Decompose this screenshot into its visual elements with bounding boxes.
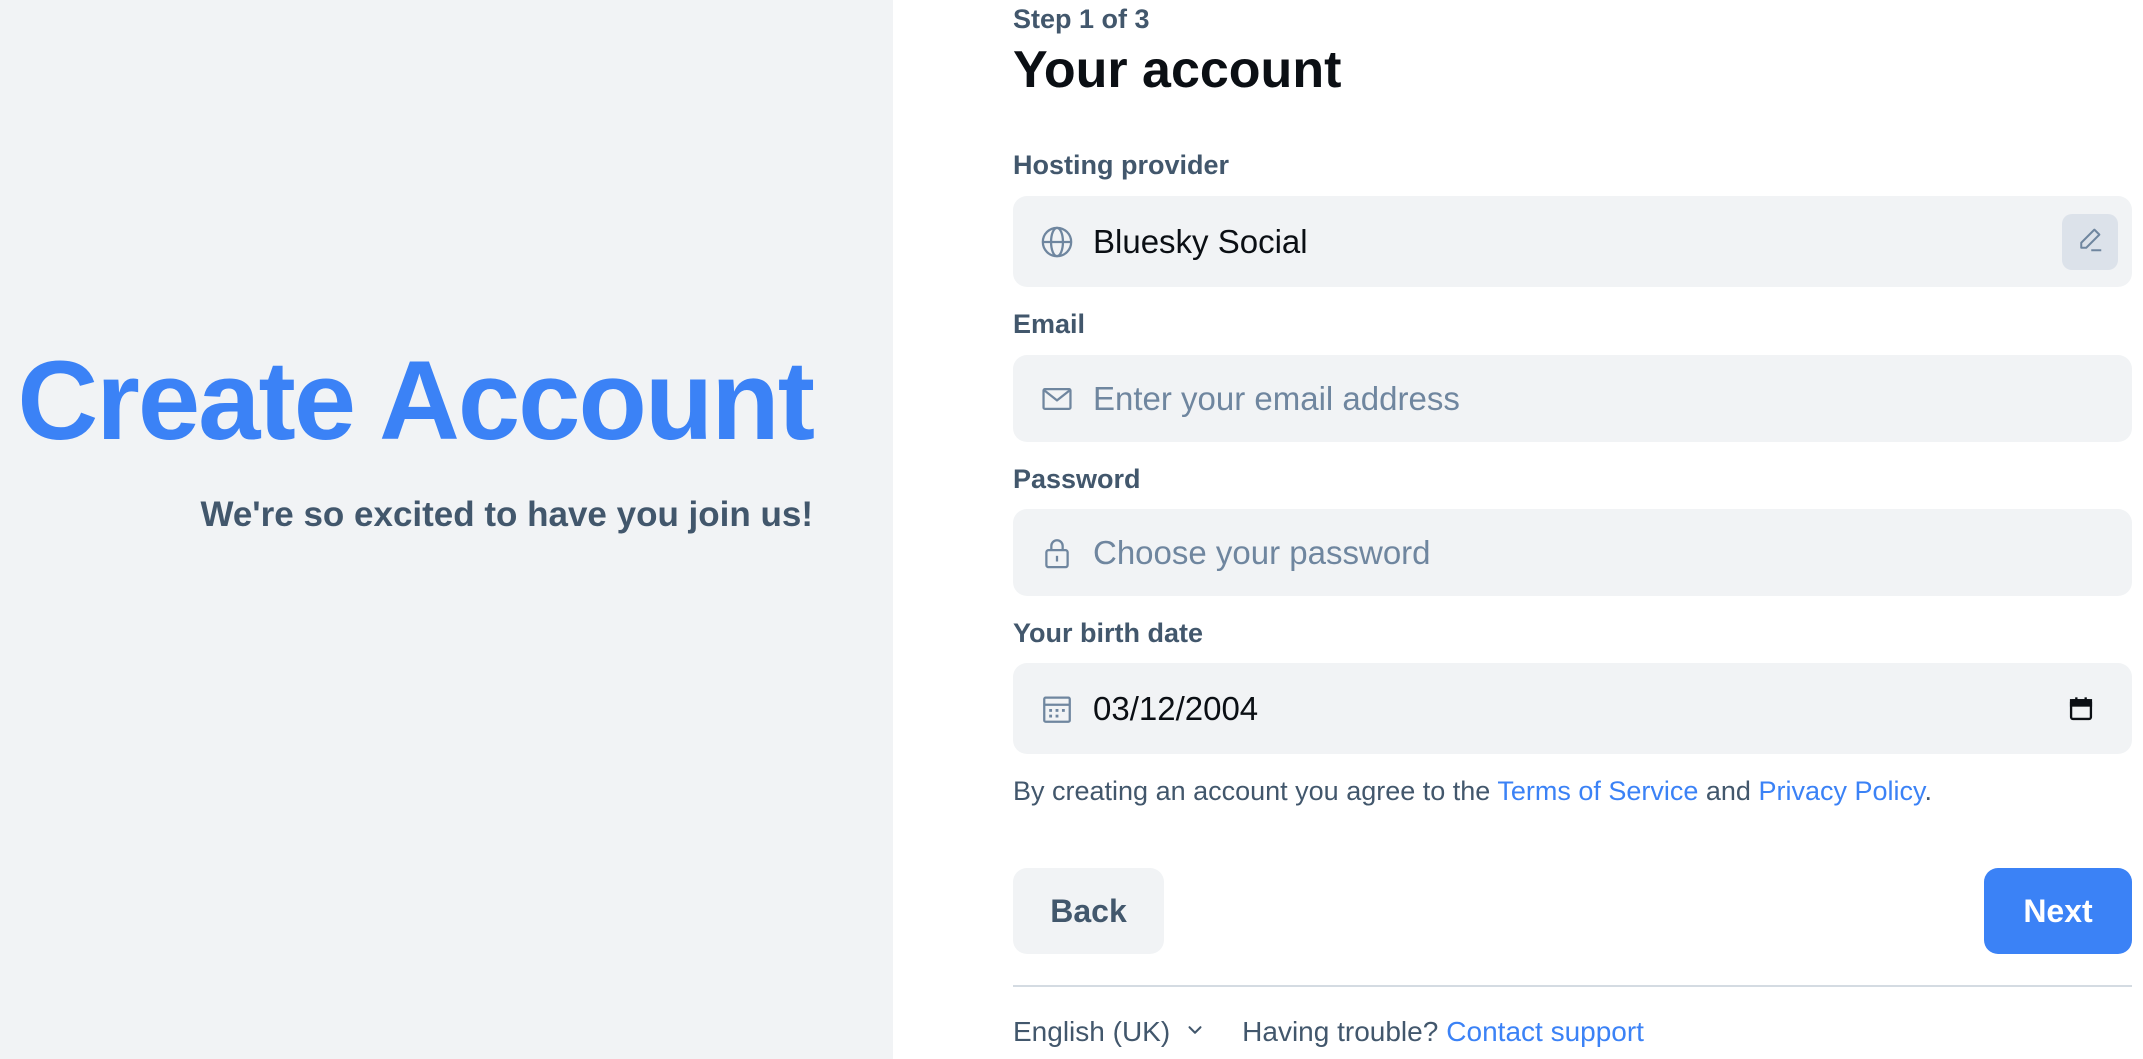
calendar-icon — [1039, 691, 1075, 727]
footer: English (UK) Having trouble? Contact sup… — [1013, 1016, 1644, 1048]
lock-icon — [1039, 535, 1075, 571]
terms-suffix: . — [1924, 776, 1933, 806]
footer-divider — [1013, 985, 2132, 987]
contact-support-link[interactable]: Contact support — [1446, 1016, 1644, 1048]
back-button[interactable]: Back — [1013, 868, 1164, 954]
language-selector[interactable]: English (UK) — [1013, 1016, 1206, 1048]
hero-subtitle: We're so excited to have you join us! — [200, 495, 813, 534]
step-indicator: Step 1 of 3 — [1013, 4, 1150, 34]
calendar-picker-icon[interactable] — [2066, 694, 2096, 724]
password-label: Password — [1013, 464, 1141, 494]
privacy-policy-link[interactable]: Privacy Policy — [1758, 776, 1924, 806]
pencil-icon — [2075, 224, 2105, 259]
terms-middle: and — [1698, 776, 1759, 806]
hosting-provider-label: Hosting provider — [1013, 150, 1230, 180]
birthdate-label: Your birth date — [1013, 618, 1204, 648]
globe-icon — [1039, 224, 1075, 260]
hero-panel: Create Account We're so excited to have … — [0, 0, 893, 1059]
hosting-provider-value: Bluesky Social — [1093, 222, 1308, 260]
edit-hosting-button[interactable] — [2062, 213, 2118, 270]
birthdate-value: 03/12/2004 — [1093, 689, 1259, 727]
terms-prefix: By creating an account you agree to the — [1013, 776, 1498, 806]
hero-title: Create Account — [17, 338, 815, 463]
form-title: Your account — [1013, 41, 1342, 99]
email-field[interactable]: Enter your email address — [1013, 355, 2132, 442]
email-label: Email — [1013, 309, 1086, 339]
password-field[interactable]: Choose your password — [1013, 509, 2132, 596]
chevron-down-icon — [1184, 1016, 1206, 1048]
email-placeholder: Enter your email address — [1093, 379, 1460, 417]
language-label: English (UK) — [1013, 1016, 1171, 1047]
terms-text: By creating an account you agree to the … — [1013, 776, 1932, 807]
next-button[interactable]: Next — [1984, 868, 2132, 954]
password-placeholder: Choose your password — [1093, 533, 1431, 571]
terms-of-service-link[interactable]: Terms of Service — [1497, 776, 1698, 806]
trouble-text: Having trouble? — [1242, 1016, 1439, 1047]
birthdate-field[interactable]: 03/12/2004 — [1013, 663, 2132, 754]
hosting-provider-field[interactable]: Bluesky Social — [1013, 196, 2132, 287]
envelope-icon — [1039, 381, 1075, 417]
